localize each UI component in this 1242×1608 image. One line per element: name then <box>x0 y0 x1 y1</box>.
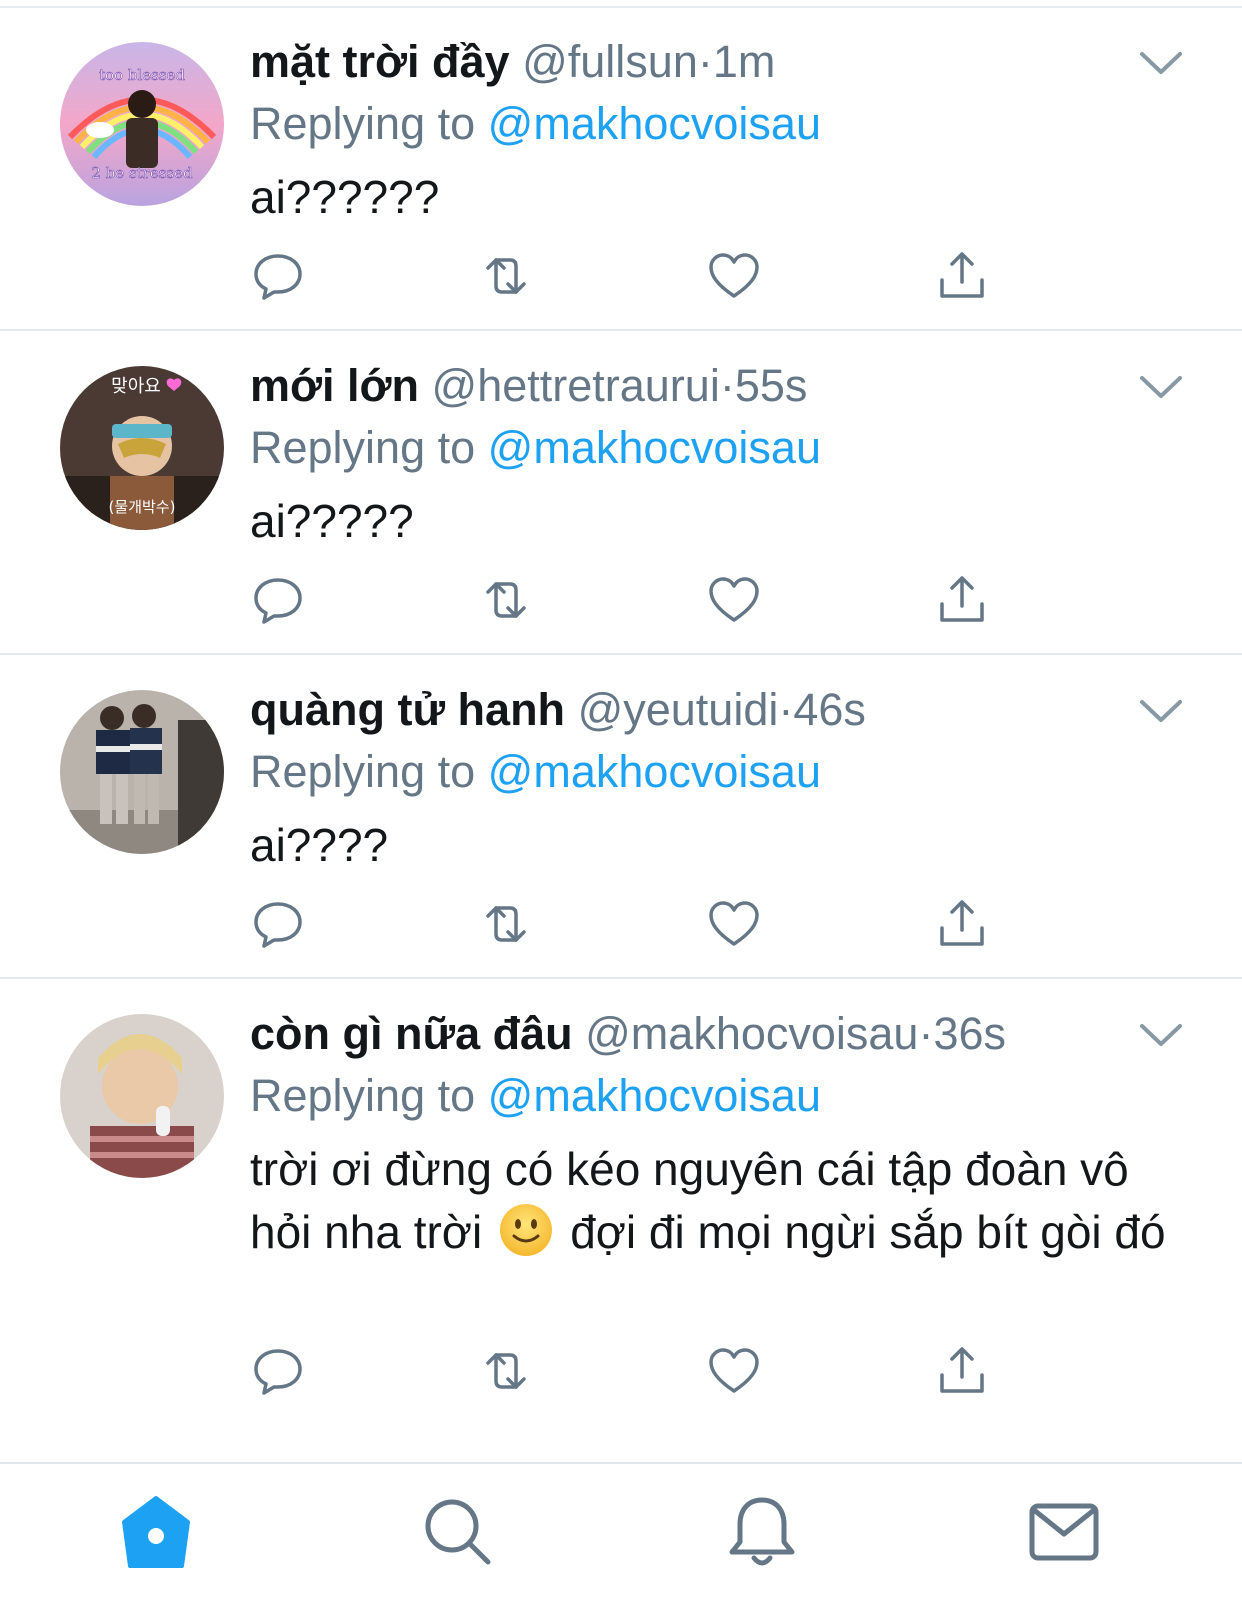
mention-link[interactable]: @makhocvoisau <box>488 422 821 473</box>
separator-dot: · <box>697 36 713 87</box>
tweet-header: còn gì nữa đâu @makhocvoisau·36s <box>250 1006 1006 1062</box>
avatar[interactable]: 맞아요 (물개박수) <box>60 366 224 530</box>
separator-dot: · <box>778 684 794 735</box>
reply-icon[interactable] <box>250 248 306 304</box>
tweet-actions <box>250 248 1010 304</box>
timestamp[interactable]: 1m <box>713 36 776 87</box>
replying-to: Replying to @makhocvoisau <box>250 420 821 476</box>
slightly-smiling-face-emoji <box>500 1204 553 1256</box>
avatar[interactable]: too blessed 2 be stressed <box>60 42 224 206</box>
avatar-caption-top: too blessed <box>99 66 185 84</box>
chevron-down-icon[interactable] <box>1138 1020 1184 1050</box>
share-icon[interactable] <box>934 1343 990 1399</box>
mention-link[interactable]: @makhocvoisau <box>488 746 821 797</box>
share-icon[interactable] <box>934 248 990 304</box>
bell-icon[interactable] <box>722 1492 802 1572</box>
timestamp[interactable]: 36s <box>933 1008 1006 1059</box>
timestamp[interactable]: 55s <box>735 360 808 411</box>
separator-dot: · <box>719 360 735 411</box>
heart-icon[interactable] <box>706 248 762 304</box>
avatar[interactable] <box>60 690 224 854</box>
tweet-text: trời ơi đừng có kéo nguyên cái tập đoàn … <box>250 1138 1190 1264</box>
avatar-caption-bottom: 2 be stressed <box>91 164 193 182</box>
chevron-down-icon[interactable] <box>1138 372 1184 402</box>
avatar-caption-bottom: (물개박수) <box>109 498 176 516</box>
replying-to: Replying to @makhocvoisau <box>250 744 821 800</box>
tweet-text: ai?????? <box>250 171 440 223</box>
replying-prefix: Replying to <box>250 1070 476 1121</box>
heart-icon[interactable] <box>706 572 762 628</box>
mention-link[interactable]: @makhocvoisau <box>488 98 821 149</box>
replying-to: Replying to @makhocvoisau <box>250 1068 821 1124</box>
tweet-text-part: đợi đi mọi ngừi sắp bít gòi đó <box>570 1206 1166 1258</box>
replying-to: Replying to @makhocvoisau <box>250 96 821 152</box>
tweet[interactable]: 맞아요 (물개박수) mới lớn @hettretraurui·55s Re… <box>0 331 1242 655</box>
heart-icon[interactable] <box>706 1343 762 1399</box>
tweet-actions <box>250 572 1010 628</box>
avatar-caption-top: 맞아요 <box>111 376 161 397</box>
tweet-text: ai????? <box>250 495 414 547</box>
tweet-actions <box>250 1343 1010 1399</box>
tweet-text: ai???? <box>250 819 389 871</box>
reply-icon[interactable] <box>250 1343 306 1399</box>
user-handle[interactable]: @fullsun <box>522 36 698 87</box>
tweet[interactable]: too blessed 2 be stressed mặt trời đầy @… <box>0 0 1242 331</box>
replying-prefix: Replying to <box>250 98 476 149</box>
tweet[interactable]: quàng tử hanh @yeutuidi·46s Replying to … <box>0 655 1242 979</box>
home-icon[interactable] <box>116 1492 196 1572</box>
separator-dot: · <box>918 1008 934 1059</box>
replying-prefix: Replying to <box>250 422 476 473</box>
display-name[interactable]: quàng tử hanh <box>250 684 565 735</box>
search-icon[interactable] <box>418 1492 498 1572</box>
mail-icon[interactable] <box>1024 1492 1104 1572</box>
bottom-tab-bar <box>0 1462 1242 1608</box>
reply-icon[interactable] <box>250 572 306 628</box>
heart-icon[interactable] <box>706 896 762 952</box>
chevron-down-icon[interactable] <box>1138 48 1184 78</box>
share-icon[interactable] <box>934 896 990 952</box>
chevron-down-icon[interactable] <box>1138 696 1184 726</box>
tweet-header: mặt trời đầy @fullsun·1m <box>250 34 775 90</box>
retweet-icon[interactable] <box>478 896 534 952</box>
reply-icon[interactable] <box>250 896 306 952</box>
retweet-icon[interactable] <box>478 572 534 628</box>
tweet-actions <box>250 896 1010 952</box>
avatar[interactable] <box>60 1014 224 1178</box>
display-name[interactable]: còn gì nữa đâu <box>250 1008 573 1059</box>
tweet-header: mới lớn @hettretraurui·55s <box>250 358 807 414</box>
retweet-icon[interactable] <box>478 1343 534 1399</box>
timestamp[interactable]: 46s <box>793 684 866 735</box>
retweet-icon[interactable] <box>478 248 534 304</box>
user-handle[interactable]: @hettretraurui <box>432 360 720 411</box>
user-handle[interactable]: @makhocvoisau <box>585 1008 918 1059</box>
display-name[interactable]: mặt trời đầy <box>250 36 510 87</box>
share-icon[interactable] <box>934 572 990 628</box>
mention-link[interactable]: @makhocvoisau <box>488 1070 821 1121</box>
replying-prefix: Replying to <box>250 746 476 797</box>
user-handle[interactable]: @yeutuidi <box>578 684 779 735</box>
tweet[interactable]: còn gì nữa đâu @makhocvoisau·36s Replyin… <box>0 979 1242 1462</box>
display-name[interactable]: mới lớn <box>250 360 419 411</box>
tweet-header: quàng tử hanh @yeutuidi·46s <box>250 682 866 738</box>
